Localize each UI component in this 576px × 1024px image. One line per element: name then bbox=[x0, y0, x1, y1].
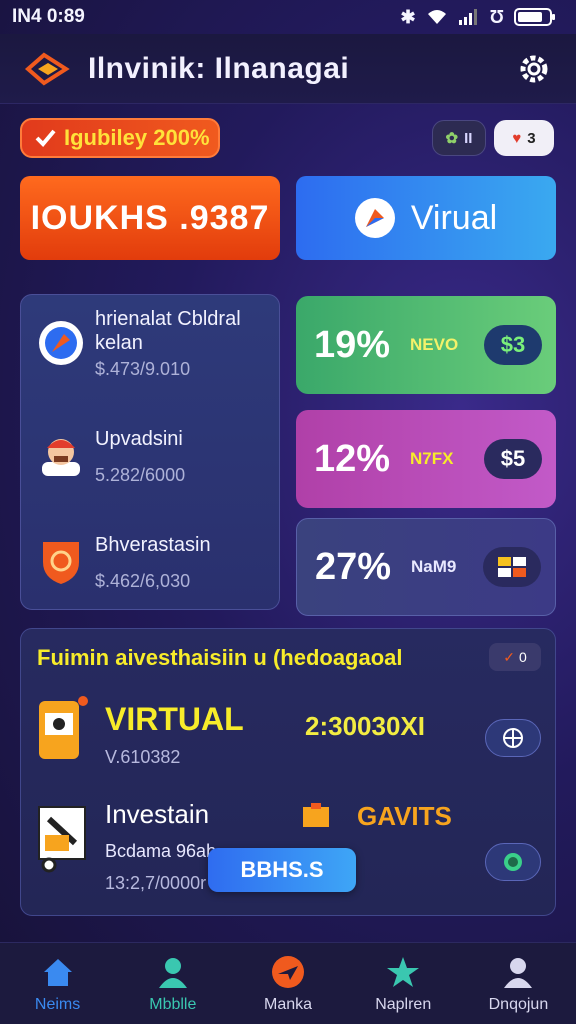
row-action-button[interactable] bbox=[485, 843, 541, 881]
promo-badge[interactable]: Igubiley 200% bbox=[20, 118, 220, 158]
circle-icon bbox=[504, 853, 522, 871]
nav-item-home[interactable]: Neims bbox=[0, 943, 115, 1024]
plane-icon bbox=[272, 955, 304, 988]
home-icon bbox=[43, 958, 72, 986]
nav-item-label: Neims bbox=[34, 995, 81, 1013]
list-item[interactable]: Upvadsini 5.282/6000 bbox=[21, 405, 281, 505]
status-icons: ✱ Ʊ bbox=[400, 6, 555, 28]
stat-chip[interactable]: $3 bbox=[484, 325, 542, 365]
row-value: GAVITS bbox=[357, 801, 452, 831]
row-action-button[interactable] bbox=[485, 719, 541, 757]
bottom-nav: Neims Mbblle Manka Naplren Dnqojun bbox=[0, 942, 576, 1024]
stat-percent: 19% bbox=[314, 323, 391, 366]
filter-pill-label: II bbox=[464, 129, 473, 147]
likes-count: 3 bbox=[527, 129, 536, 147]
promo-badge-label: Igubiley 200% bbox=[64, 125, 210, 150]
row-value: 2:30030XI bbox=[305, 711, 425, 741]
nav-item-label: Manka bbox=[263, 995, 313, 1013]
check-icon: ✓ bbox=[503, 648, 515, 665]
flower-icon: ✿ bbox=[445, 130, 459, 147]
star-icon bbox=[387, 956, 420, 987]
nav-item-explore[interactable]: Naplren bbox=[346, 943, 461, 1024]
stat-chip[interactable]: $5 bbox=[484, 439, 542, 479]
app-logo bbox=[24, 52, 70, 85]
list-item-sub: 5.282/6000 bbox=[95, 465, 186, 485]
panel-check-toggle[interactable]: ✓ 0 bbox=[489, 643, 541, 671]
grid-icon bbox=[498, 557, 526, 577]
nav-item-profile[interactable]: Dnqojun bbox=[461, 943, 576, 1024]
panel-check-text: 0 bbox=[518, 649, 527, 665]
battery-icon bbox=[514, 8, 555, 26]
compass-icon bbox=[35, 317, 87, 369]
compass-icon bbox=[354, 198, 395, 238]
wifi-icon bbox=[427, 10, 446, 24]
status-time: IN4 0:89 bbox=[12, 6, 85, 27]
status-bar: IN4 0:89 ✱ Ʊ bbox=[0, 0, 576, 34]
list-item-sub: $.473/9.010 bbox=[95, 359, 191, 379]
alarm-icon: Ʊ bbox=[489, 6, 504, 27]
list-item-title: Bhverastasin bbox=[95, 534, 211, 556]
virtual-button[interactable]: Virual bbox=[296, 176, 556, 260]
list-item-title: Upvadsini bbox=[95, 428, 183, 450]
heart-icon: ♥ bbox=[512, 129, 522, 147]
gear-icon bbox=[520, 55, 548, 82]
filter-pill[interactable]: ✿ II bbox=[432, 120, 486, 156]
globe-icon bbox=[503, 728, 523, 748]
stat-percent: 27% bbox=[315, 545, 392, 588]
balance-button-label: IOUKHS .9387 bbox=[30, 198, 270, 237]
settings-button[interactable] bbox=[516, 51, 552, 87]
person-icon bbox=[158, 957, 187, 988]
user-icon bbox=[504, 957, 533, 988]
box-icon bbox=[303, 803, 329, 827]
list-item-sub: $.462/6,030 bbox=[95, 571, 191, 591]
asset-list: hrienalat Cbldral kelan $.473/9.010 Upva… bbox=[20, 294, 280, 610]
document-icon bbox=[38, 806, 86, 873]
row-sub: V.610382 bbox=[105, 747, 181, 767]
nav-item-label: Dnqojun bbox=[488, 995, 549, 1013]
stat-label: N7FX bbox=[410, 449, 454, 468]
stat-label: NEVO bbox=[410, 335, 459, 354]
balance-button[interactable]: IOUKHS .9387 bbox=[20, 176, 280, 260]
signal-icon bbox=[458, 9, 477, 25]
row-title: Investain bbox=[105, 799, 210, 829]
cta-button[interactable]: BBHS.S bbox=[208, 848, 356, 892]
list-item[interactable]: hrienalat Cbldral kelan $.473/9.010 bbox=[21, 295, 281, 395]
avatar-icon bbox=[35, 427, 87, 479]
stat-card-n7fx[interactable]: 12% N7FX $5 bbox=[296, 410, 556, 508]
lock-icon bbox=[39, 696, 88, 759]
row-sub: Bcdama 96ab bbox=[105, 841, 217, 861]
shield-icon bbox=[35, 535, 87, 587]
virtual-button-label: Virual bbox=[410, 198, 498, 237]
nav-item-label: Mbblle bbox=[149, 995, 197, 1013]
stat-card-nevo[interactable]: 19% NEVO $3 bbox=[296, 296, 556, 394]
list-item-title: hrienalat Cbldral kelan bbox=[95, 308, 241, 354]
likes-pill[interactable]: ♥ 3 bbox=[494, 120, 554, 156]
investment-panel-title: Fuimin aivesthaisiin u (hedoagaoal bbox=[37, 645, 403, 670]
list-item[interactable]: Bhverastasin $.462/6,030 bbox=[21, 511, 281, 611]
stat-card-nam9[interactable]: 27% NaM9 bbox=[296, 518, 556, 616]
nav-item-mobile[interactable]: Mbblle bbox=[115, 943, 230, 1024]
nav-item-market[interactable]: Manka bbox=[230, 943, 345, 1024]
nav-item-label: Naplren bbox=[375, 995, 432, 1013]
cta-button-label: BBHS.S bbox=[240, 857, 324, 882]
grid-chip[interactable] bbox=[483, 547, 541, 587]
stat-label: NaM9 bbox=[411, 557, 457, 576]
row-sub-secondary: 13:2,7/0000r bbox=[105, 873, 207, 893]
check-icon bbox=[35, 129, 56, 147]
app-header: Ilnvinik: Ilnanagai bbox=[0, 34, 576, 104]
page-title: Ilnvinik: Ilnanagai bbox=[88, 51, 350, 85]
stat-percent: 12% bbox=[314, 437, 391, 480]
row-title: VIRTUAL bbox=[105, 701, 244, 737]
bluetooth-icon: ✱ bbox=[400, 6, 416, 27]
